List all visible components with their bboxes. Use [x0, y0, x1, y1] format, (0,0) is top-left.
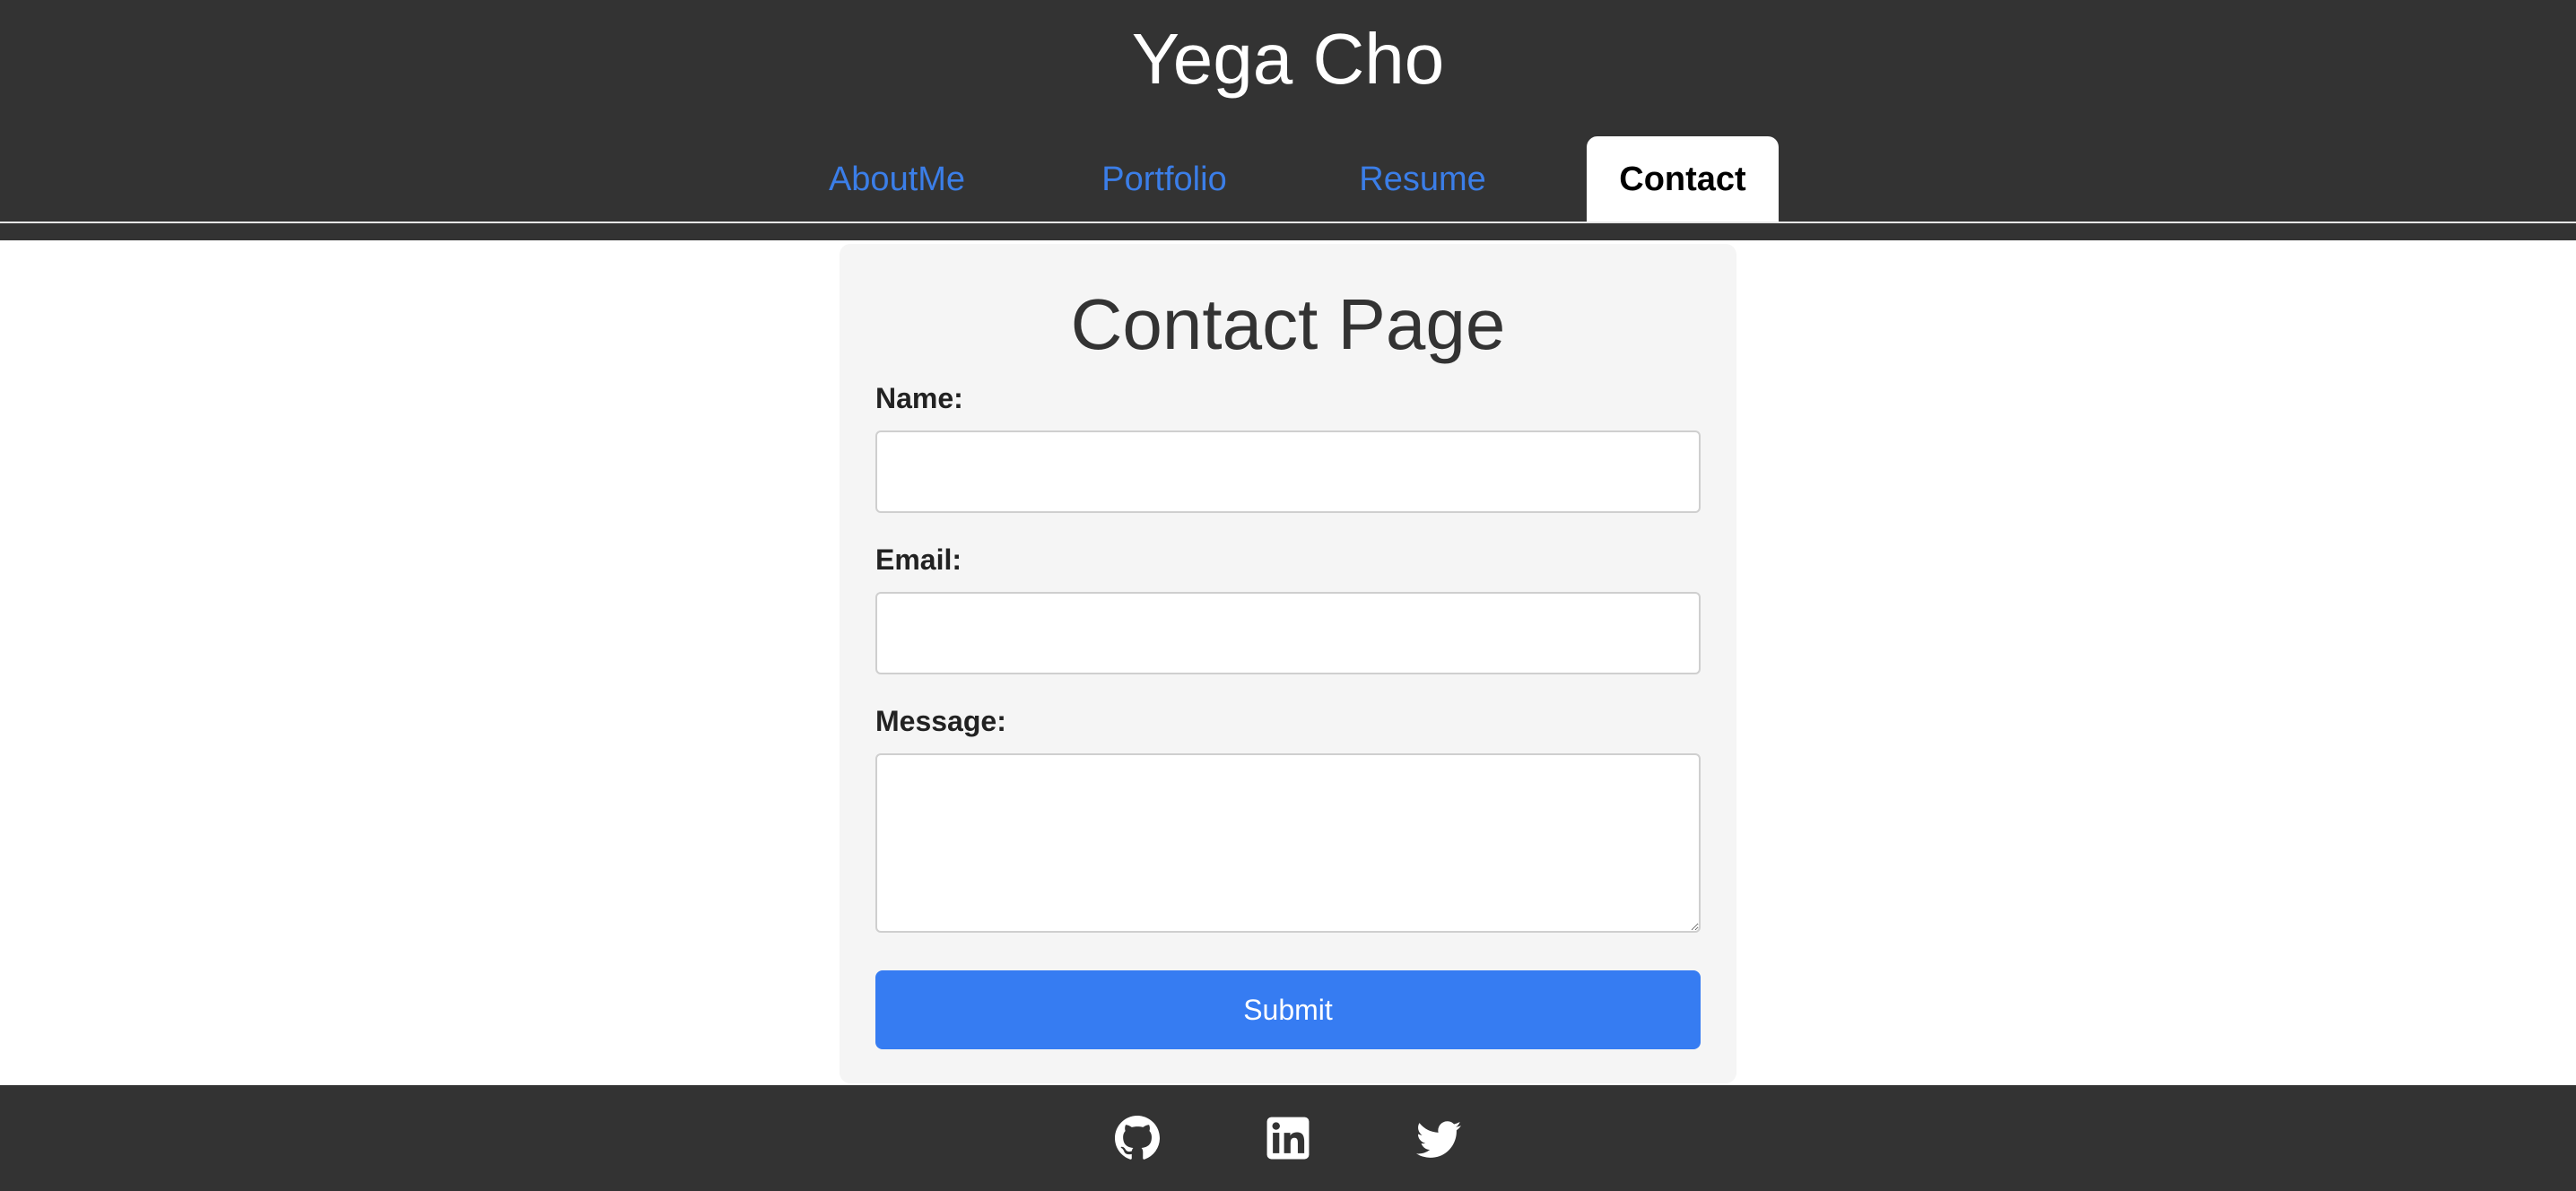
nav-tab-portfolio[interactable]: Portfolio [1058, 136, 1270, 222]
page-title: Contact Page [1070, 284, 1506, 364]
github-icon[interactable] [1115, 1116, 1160, 1161]
github-icon-graphic [1115, 1116, 1160, 1160]
email-label: Email: [875, 543, 962, 576]
message-textarea[interactable] [875, 753, 1701, 933]
contact-card: Contact Page Name: Email: Message: Submi… [840, 244, 1736, 1083]
submit-button[interactable]: Submit [875, 970, 1701, 1049]
nav-tab-aboutme[interactable]: AboutMe [789, 136, 1005, 222]
twitter-icon-graphic [1416, 1121, 1461, 1158]
site-header: Yega Cho AboutMe Portfolio Resume Contac… [0, 0, 2576, 240]
linkedin-icon[interactable] [1266, 1116, 1310, 1161]
header-divider [0, 222, 2576, 223]
name-label: Name: [875, 382, 963, 414]
twitter-icon[interactable] [1416, 1116, 1461, 1161]
message-label: Message: [875, 705, 1006, 737]
site-footer [0, 1085, 2576, 1191]
linkedin-icon-graphic [1266, 1117, 1310, 1160]
main-nav: AboutMe Portfolio Resume Contact [0, 0, 2576, 240]
email-input[interactable] [875, 592, 1701, 674]
nav-tab-contact[interactable]: Contact [1587, 136, 1779, 222]
nav-tab-resume[interactable]: Resume [1322, 136, 1523, 222]
name-input[interactable] [875, 430, 1701, 513]
